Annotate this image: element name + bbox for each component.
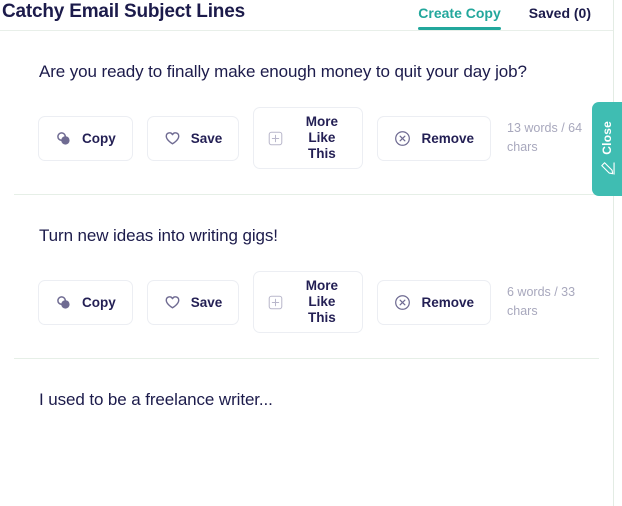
- remove-button-label: Remove: [421, 130, 474, 146]
- save-button-label: Save: [190, 130, 223, 146]
- plus-square-icon: [267, 130, 284, 147]
- result-text: Turn new ideas into writing gigs!: [39, 226, 278, 245]
- copy-button-label: Copy: [82, 294, 116, 310]
- more-like-this-button-label: More Like This: [305, 114, 338, 161]
- page-title: Catchy Email Subject Lines: [2, 1, 245, 22]
- word-count: 6 words / 33 chars: [507, 285, 576, 318]
- close-circle-icon: [394, 130, 411, 147]
- heart-icon: [164, 130, 181, 147]
- result-text: I used to be a freelance writer...: [39, 390, 273, 409]
- more-like-this-button-label: More Like This: [305, 278, 338, 325]
- page-header: Catchy Email Subject Lines Create Copy S…: [0, 0, 613, 31]
- tab-saved[interactable]: Saved (0): [529, 5, 591, 30]
- copy-button[interactable]: Copy: [38, 115, 133, 161]
- tab-bar: Create Copy Saved (0): [418, 5, 613, 30]
- app-root: Catchy Email Subject Lines Create Copy S…: [0, 0, 622, 506]
- copy-button-label: Copy: [82, 130, 116, 146]
- tab-create-copy[interactable]: Create Copy: [418, 5, 502, 30]
- result-actions: Copy Save: [38, 251, 591, 358]
- pencil-icon: [599, 161, 615, 177]
- more-like-this-button[interactable]: More Like This: [253, 107, 364, 169]
- result-text: Are you ready to finally make enough mon…: [39, 62, 527, 81]
- copy-icon: [55, 130, 72, 147]
- plus-square-icon: [267, 294, 284, 311]
- save-button[interactable]: Save: [146, 115, 240, 161]
- copy-button[interactable]: Copy: [38, 279, 133, 325]
- close-circle-icon: [394, 294, 411, 311]
- close-panel-flap-label: Close: [600, 120, 614, 155]
- save-button-label: Save: [190, 294, 223, 310]
- result-actions: Copy Save: [38, 87, 591, 194]
- result-card: I used to be a freelance writer...: [0, 359, 613, 415]
- panel-right-border: [613, 0, 614, 506]
- remove-button[interactable]: Remove: [377, 279, 491, 325]
- copy-icon: [55, 294, 72, 311]
- result-card: Turn new ideas into writing gigs! Copy S…: [0, 195, 613, 358]
- heart-icon: [164, 294, 181, 311]
- save-button[interactable]: Save: [146, 279, 240, 325]
- result-card: Are you ready to finally make enough mon…: [0, 31, 613, 194]
- remove-button-label: Remove: [421, 294, 474, 310]
- remove-button[interactable]: Remove: [377, 115, 491, 161]
- results-list: Are you ready to finally make enough mon…: [0, 31, 613, 506]
- more-like-this-button[interactable]: More Like This: [253, 271, 364, 333]
- close-panel-flap[interactable]: Close: [592, 102, 622, 196]
- word-count: 13 words / 64 chars: [507, 121, 583, 154]
